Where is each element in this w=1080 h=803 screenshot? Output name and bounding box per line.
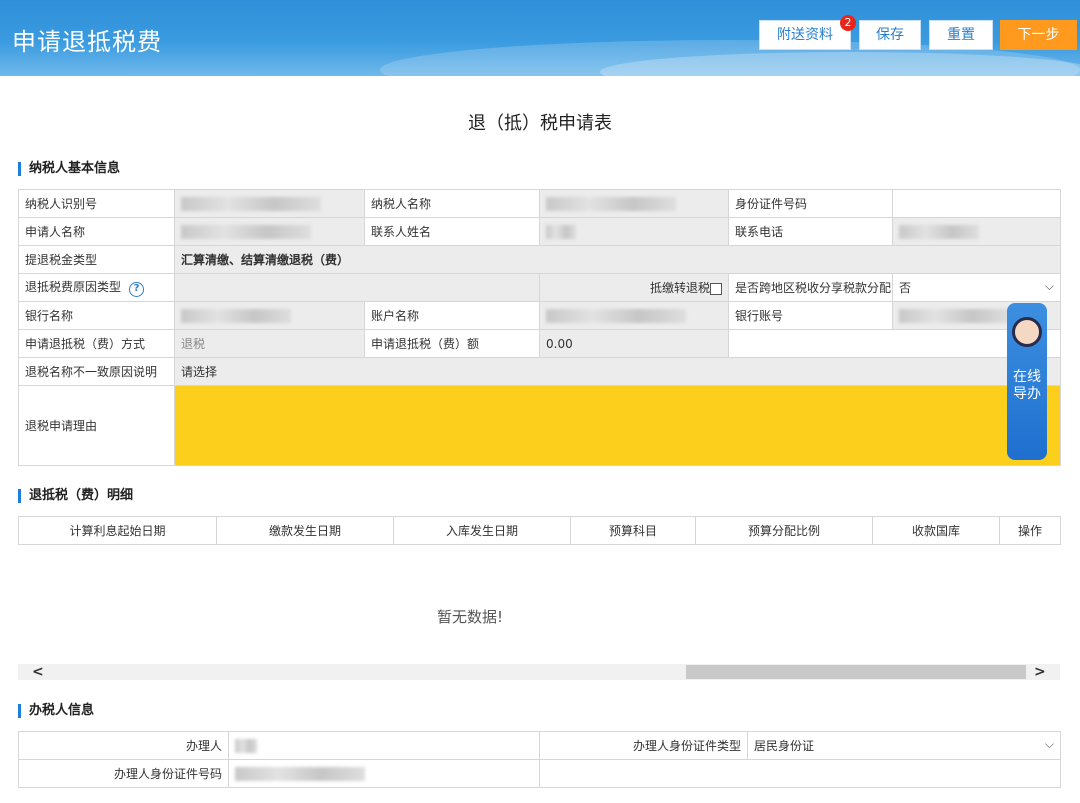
label-taxpayer-name: 纳税人名称: [364, 189, 540, 218]
label-method: 申请退抵税（费）方式: [18, 329, 175, 358]
redacted-value: [546, 308, 686, 323]
label-agent-id-type: 办理人身份证件类型: [539, 731, 748, 760]
column-header: 计算利息起始日期: [18, 516, 217, 545]
attach-materials-button[interactable]: 附送资料 2: [759, 15, 856, 50]
redacted-value: [546, 196, 676, 211]
save-button[interactable]: 保存: [859, 20, 921, 50]
column-header: 入库发生日期: [393, 516, 571, 545]
section-title-agent: 办税人信息: [18, 704, 94, 718]
label-refund-type: 提退税金类型: [18, 245, 175, 274]
page-title: 申请退抵税费: [12, 28, 162, 56]
agent-name-field[interactable]: [228, 731, 540, 760]
attach-materials-label: 附送资料: [777, 27, 833, 43]
detail-table: 计算利息起始日期 缴款发生日期 入库发生日期 预算科目 预算分配比例 收款国库 …: [18, 516, 1061, 545]
scroll-right-icon[interactable]: >: [1034, 664, 1046, 680]
label-contact-phone: 联系电话: [728, 217, 893, 246]
applicant-name-value: [174, 217, 365, 246]
redacted-value: [899, 224, 979, 239]
column-header: 收款国库: [872, 516, 1000, 545]
redacted-value: [546, 224, 576, 239]
scroll-left-icon[interactable]: <: [32, 664, 44, 680]
reason-type-field[interactable]: [174, 273, 540, 302]
label-agent: 办理人: [18, 731, 229, 760]
redacted-value: [181, 224, 311, 239]
attach-count-badge: 2: [840, 15, 856, 31]
help-icon[interactable]: ?: [129, 282, 145, 297]
label-cross-region: 是否跨地区税收分享税款分配: [728, 273, 893, 302]
empty-cell: [539, 759, 1061, 788]
label-applicant-name: 申请人名称: [18, 217, 175, 246]
agent-id-number-field[interactable]: [228, 759, 540, 788]
label-bank-name: 银行名称: [18, 301, 175, 330]
label-account-name: 账户名称: [364, 301, 540, 330]
transfer-refund-label: 抵缴转退税: [649, 281, 710, 295]
form-title: 退（抵）税申请表: [468, 113, 612, 134]
redacted-value: [181, 308, 291, 323]
scrollbar-thumb[interactable]: [686, 665, 1026, 679]
assistant-avatar-icon: [1012, 317, 1042, 347]
label-taxpayer-id: 纳税人识别号: [18, 189, 175, 218]
bank-name-value: [174, 301, 365, 330]
agent-id-type-value: 居民身份证: [754, 739, 815, 753]
label-mismatch-reason: 退税名称不一致原因说明: [18, 357, 175, 386]
column-header: 预算科目: [570, 516, 696, 545]
taxpayer-name-value: [539, 189, 729, 218]
reason-type-label: 退抵税费原因类型: [25, 280, 122, 294]
chevron-down-icon: ⌵: [1044, 737, 1054, 751]
mismatch-reason-placeholder: 请选择: [181, 365, 218, 379]
label-id-number: 身份证件号码: [728, 189, 893, 218]
cross-region-select[interactable]: 否 ⌵: [892, 273, 1061, 302]
contact-phone-field[interactable]: [892, 217, 1061, 246]
empty-state-text: 暂无数据!: [436, 608, 503, 626]
account-name-value: [539, 301, 729, 330]
redacted-value: [181, 196, 321, 211]
transfer-refund-checkbox[interactable]: [710, 282, 722, 295]
redacted-value: [235, 738, 257, 753]
header-bar: 申请退抵税费 附送资料 2 保存 重置 下一步: [0, 0, 1080, 76]
method-value: 退税: [174, 329, 365, 358]
column-header: 缴款发生日期: [216, 516, 394, 545]
label-agent-id-number: 办理人身份证件号码: [18, 759, 229, 788]
mismatch-reason-select[interactable]: 请选择: [174, 357, 1061, 386]
assistant-label: 在线导办: [1013, 369, 1041, 402]
label-apply-reason: 退税申请理由: [18, 385, 175, 466]
label-amount: 申请退抵税（费）额: [364, 329, 540, 358]
online-assistant-button[interactable]: 在线导办: [1007, 303, 1047, 460]
label-bank-account: 银行账号: [728, 301, 893, 330]
basic-info-table: 纳税人识别号 纳税人名称 身份证件号码 申请人名称 联系人姓名 联系电话 提退税…: [18, 189, 1061, 466]
agent-info-table: 办理人 办理人身份证件类型 居民身份证 ⌵ 办理人身份证件号码: [18, 731, 1061, 788]
apply-reason-textarea[interactable]: [174, 385, 1061, 466]
id-number-field[interactable]: [892, 189, 1061, 218]
section-title-detail: 退抵税（费）明细: [18, 489, 133, 503]
label-contact-name: 联系人姓名: [364, 217, 540, 246]
taxpayer-id-value: [174, 189, 365, 218]
transfer-refund-checkbox-cell[interactable]: 抵缴转退税: [539, 273, 729, 302]
agent-id-type-select[interactable]: 居民身份证 ⌵: [747, 731, 1061, 760]
chevron-down-icon: ⌵: [1044, 279, 1054, 293]
redacted-value: [899, 308, 1009, 323]
column-header: 预算分配比例: [695, 516, 873, 545]
column-header: 操作: [999, 516, 1061, 545]
next-step-button[interactable]: 下一步: [1000, 20, 1077, 50]
refund-type-value: 汇算清缴、结算清缴退税（费）: [174, 245, 1061, 274]
label-reason-type: 退抵税费原因类型?: [18, 273, 175, 302]
reset-button[interactable]: 重置: [929, 20, 993, 50]
section-title-basic: 纳税人基本信息: [18, 162, 120, 176]
cross-region-value: 否: [899, 281, 912, 295]
amount-value: 0.00: [539, 329, 729, 358]
horizontal-scrollbar[interactable]: < >: [18, 664, 1060, 680]
redacted-value: [235, 766, 365, 781]
contact-name-field[interactable]: [539, 217, 729, 246]
